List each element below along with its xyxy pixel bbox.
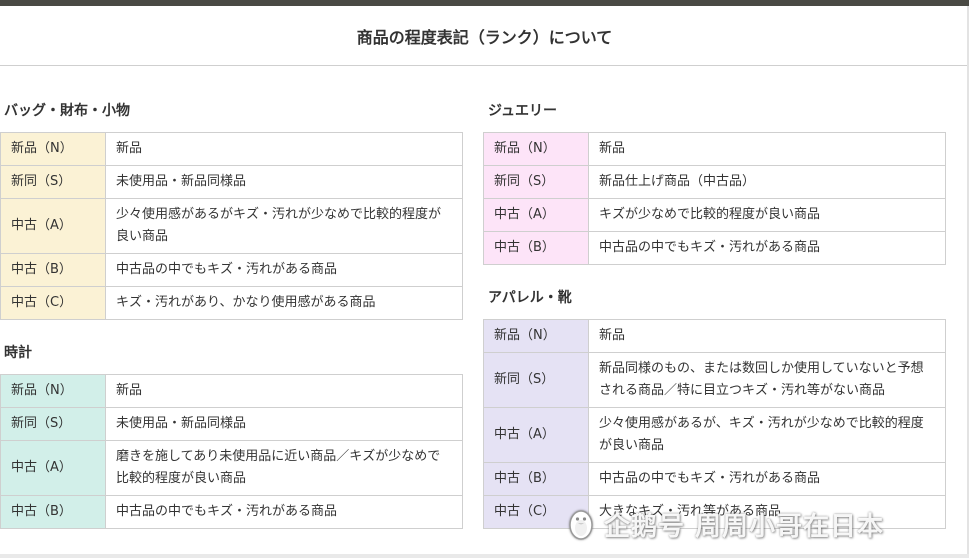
rank-cell: 新同（S） xyxy=(483,352,589,408)
table-row: 中古（C） 大きなキズ・汚れ等がある商品 xyxy=(483,495,946,529)
rank-table-apparel: 新品（N） 新品 新同（S） 新品同様のもの、または数回しか使用していないと予想… xyxy=(483,319,946,529)
table-row: 中古（A） 磨きを施してあり未使用品に近い商品／キズが少なめで比較的程度が良い商… xyxy=(0,440,463,496)
description-cell: 中古品の中でもキズ・汚れがある商品 xyxy=(588,231,946,265)
section-watch: 時計 新品（N） 新品 新同（S） 未使用品・新品同様品 中古（A） 磨きを施し… xyxy=(0,338,463,529)
table-row: 新同（S） 未使用品・新品同様品 xyxy=(0,407,463,441)
page-header: 商品の程度表記（ランク）について xyxy=(0,6,969,66)
section-jewelry: ジュエリー 新品（N） 新品 新同（S） 新品仕上げ商品（中古品） 中古（A） … xyxy=(483,96,946,265)
rank-cell: 新品（N） xyxy=(0,374,106,408)
description-cell: 磨きを施してあり未使用品に近い商品／キズが少なめで比較的程度が良い商品 xyxy=(105,440,463,496)
table-row: 新同（S） 未使用品・新品同様品 xyxy=(0,165,463,199)
rank-table-watch: 新品（N） 新品 新同（S） 未使用品・新品同様品 中古（A） 磨きを施してあり… xyxy=(0,374,463,529)
section-bag: バッグ・財布・小物 新品（N） 新品 新同（S） 未使用品・新品同様品 中古（A… xyxy=(0,96,463,320)
bottom-edge xyxy=(0,554,969,558)
description-cell: 新品 xyxy=(588,319,946,353)
table-row: 中古（B） 中古品の中でもキズ・汚れがある商品 xyxy=(483,231,946,265)
section-apparel: アパレル・靴 新品（N） 新品 新同（S） 新品同様のもの、または数回しか使用し… xyxy=(483,283,946,529)
rank-cell: 新品（N） xyxy=(483,132,589,166)
section-title-watch: 時計 xyxy=(4,345,32,361)
description-cell: 新品 xyxy=(105,374,463,408)
rank-cell: 中古（B） xyxy=(0,495,106,529)
rank-cell: 新品（N） xyxy=(0,132,106,166)
rank-table-jewelry: 新品（N） 新品 新同（S） 新品仕上げ商品（中古品） 中古（A） キズが少なめ… xyxy=(483,132,946,265)
rank-cell: 新同（S） xyxy=(483,165,589,199)
description-cell: 中古品の中でもキズ・汚れがある商品 xyxy=(105,253,463,287)
section-title-jewelry: ジュエリー xyxy=(488,103,558,119)
table-row: 新同（S） 新品同様のもの、または数回しか使用していないと予想される商品／特に目… xyxy=(483,352,946,408)
rank-cell: 中古（A） xyxy=(0,440,106,496)
section-title-apparel: アパレル・靴 xyxy=(488,290,572,306)
description-cell: 少々使用感があるが、キズ・汚れが少なめで比較的程度が良い商品 xyxy=(588,407,946,463)
description-cell: 未使用品・新品同様品 xyxy=(105,165,463,199)
table-row: 中古（A） 少々使用感があるが、キズ・汚れが少なめで比較的程度が良い商品 xyxy=(483,407,946,463)
description-cell: 新品仕上げ商品（中古品） xyxy=(588,165,946,199)
section-title-bag: バッグ・財布・小物 xyxy=(4,103,130,119)
description-cell: 少々使用感があるがキズ・汚れが少なめで比較的程度が良い商品 xyxy=(105,198,463,254)
description-cell: 新品 xyxy=(105,132,463,166)
table-row: 新品（N） 新品 xyxy=(0,132,463,166)
rank-cell: 中古（B） xyxy=(0,253,106,287)
rank-cell: 中古（B） xyxy=(483,231,589,265)
description-cell: 新品 xyxy=(588,132,946,166)
table-row: 中古（A） 少々使用感があるがキズ・汚れが少なめで比較的程度が良い商品 xyxy=(0,198,463,254)
table-row: 新同（S） 新品仕上げ商品（中古品） xyxy=(483,165,946,199)
rank-cell: 中古（A） xyxy=(483,198,589,232)
page-title: 商品の程度表記（ランク）について xyxy=(356,27,613,47)
table-row: 新品（N） 新品 xyxy=(483,132,946,166)
description-cell: 中古品の中でもキズ・汚れがある商品 xyxy=(105,495,463,529)
rank-cell: 中古（C） xyxy=(483,495,589,529)
table-row: 中古（B） 中古品の中でもキズ・汚れがある商品 xyxy=(483,462,946,496)
table-row: 新品（N） 新品 xyxy=(0,374,463,408)
rank-table-bag: 新品（N） 新品 新同（S） 未使用品・新品同様品 中古（A） 少々使用感がある… xyxy=(0,132,463,320)
description-cell: キズが少なめで比較的程度が良い商品 xyxy=(588,198,946,232)
rank-cell: 中古（A） xyxy=(0,198,106,254)
rank-cell: 中古（B） xyxy=(483,462,589,496)
description-cell: 未使用品・新品同様品 xyxy=(105,407,463,441)
table-row: 中古（C） キズ・汚れがあり、かなり使用感がある商品 xyxy=(0,286,463,320)
table-row: 中古（A） キズが少なめで比較的程度が良い商品 xyxy=(483,198,946,232)
description-cell: キズ・汚れがあり、かなり使用感がある商品 xyxy=(105,286,463,320)
description-cell: 中古品の中でもキズ・汚れがある商品 xyxy=(588,462,946,496)
rank-cell: 新同（S） xyxy=(0,165,106,199)
description-cell: 大きなキズ・汚れ等がある商品 xyxy=(588,495,946,529)
description-cell: 新品同様のもの、または数回しか使用していないと予想される商品／特に目立つキズ・汚… xyxy=(588,352,946,408)
rank-cell: 中古（A） xyxy=(483,407,589,463)
rank-cell: 新同（S） xyxy=(0,407,106,441)
table-row: 中古（B） 中古品の中でもキズ・汚れがある商品 xyxy=(0,253,463,287)
table-row: 中古（B） 中古品の中でもキズ・汚れがある商品 xyxy=(0,495,463,529)
table-row: 新品（N） 新品 xyxy=(483,319,946,353)
rank-cell: 新品（N） xyxy=(483,319,589,353)
rank-cell: 中古（C） xyxy=(0,286,106,320)
